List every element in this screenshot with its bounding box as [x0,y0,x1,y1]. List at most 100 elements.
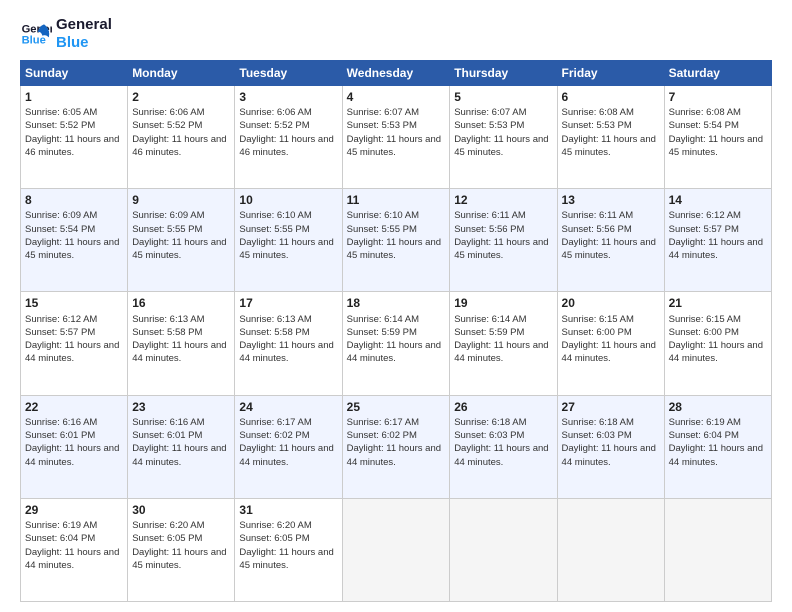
day-number: 16 [132,295,230,311]
day-info: Sunrise: 6:12 AMSunset: 5:57 PMDaylight:… [25,313,123,366]
day-number: 17 [239,295,337,311]
calendar-cell: 7Sunrise: 6:08 AMSunset: 5:54 PMDaylight… [664,86,771,189]
day-number: 2 [132,89,230,105]
calendar-week-2: 8Sunrise: 6:09 AMSunset: 5:54 PMDaylight… [21,189,772,292]
calendar-cell [342,498,450,601]
day-number: 29 [25,502,123,518]
calendar-cell: 19 Sunrise: 6:14 AMSunset: 5:59 PMDayligh… [450,292,557,395]
weekday-header-wednesday: Wednesday [342,61,450,86]
calendar-week-5: 29Sunrise: 6:19 AMSunset: 6:04 PMDayligh… [21,498,772,601]
day-info: Sunrise: 6:15 AMSunset: 6:00 PMDaylight:… [669,313,767,366]
calendar-cell: 21Sunrise: 6:15 AMSunset: 6:00 PMDayligh… [664,292,771,395]
weekday-header-thursday: Thursday [450,61,557,86]
day-info: Sunrise: 6:09 AMSunset: 5:55 PMDaylight:… [132,209,230,262]
day-number: 5 [454,89,552,105]
calendar-cell [450,498,557,601]
calendar-cell: 15 Sunrise: 6:12 AMSunset: 5:57 PMDayligh… [21,292,128,395]
day-number: 9 [132,192,230,208]
svg-text:Blue: Blue [22,35,46,47]
calendar-cell: 16 Sunrise: 6:13 AMSunset: 5:58 PMDayligh… [128,292,235,395]
calendar-cell: 30Sunrise: 6:20 AMSunset: 6:05 PMDayligh… [128,498,235,601]
day-info: Sunrise: 6:17 AMSunset: 6:02 PMDaylight:… [239,416,337,469]
day-info: Sunrise: 6:18 AMSunset: 6:03 PMDaylight:… [454,416,552,469]
weekday-header-saturday: Saturday [664,61,771,86]
day-info: Sunrise: 6:06 AMSunset: 5:52 PMDaylight:… [132,106,230,159]
calendar-cell: 29Sunrise: 6:19 AMSunset: 6:04 PMDayligh… [21,498,128,601]
day-info: Sunrise: 6:08 AMSunset: 5:54 PMDaylight:… [669,106,767,159]
day-info: Sunrise: 6:16 AMSunset: 6:01 PMDaylight:… [25,416,123,469]
day-info: Sunrise: 6:12 AMSunset: 5:57 PMDaylight:… [669,209,767,262]
day-number: 15 [25,295,123,311]
day-number: 30 [132,502,230,518]
day-number: 12 [454,192,552,208]
calendar-week-4: 22Sunrise: 6:16 AMSunset: 6:01 PMDayligh… [21,395,772,498]
calendar-cell: 5Sunrise: 6:07 AMSunset: 5:53 PMDaylight… [450,86,557,189]
calendar-cell: 12Sunrise: 6:11 AMSunset: 5:56 PMDayligh… [450,189,557,292]
day-number: 7 [669,89,767,105]
day-info: Sunrise: 6:15 AMSunset: 6:00 PMDaylight:… [562,313,660,366]
logo: General Blue General Blue [20,16,112,52]
day-info: Sunrise: 6:18 AMSunset: 6:03 PMDaylight:… [562,416,660,469]
day-info: Sunrise: 6:13 AMSunset: 5:58 PMDaylight:… [132,313,230,366]
logo-icon: General Blue [20,18,52,50]
day-number: 10 [239,192,337,208]
day-number: 11 [347,192,446,208]
calendar-cell: 24Sunrise: 6:17 AMSunset: 6:02 PMDayligh… [235,395,342,498]
calendar-week-1: 1Sunrise: 6:05 AMSunset: 5:52 PMDaylight… [21,86,772,189]
day-number: 3 [239,89,337,105]
day-number: 4 [347,89,446,105]
weekday-header-friday: Friday [557,61,664,86]
calendar-cell: 27Sunrise: 6:18 AMSunset: 6:03 PMDayligh… [557,395,664,498]
day-info: Sunrise: 6:10 AMSunset: 5:55 PMDaylight:… [239,209,337,262]
calendar-cell: 28Sunrise: 6:19 AMSunset: 6:04 PMDayligh… [664,395,771,498]
day-info: Sunrise: 6:19 AMSunset: 6:04 PMDaylight:… [669,416,767,469]
weekday-header-row: SundayMondayTuesdayWednesdayThursdayFrid… [21,61,772,86]
calendar-cell: 20 Sunrise: 6:15 AMSunset: 6:00 PMDayligh… [557,292,664,395]
day-number: 22 [25,399,123,415]
calendar-cell: 17 Sunrise: 6:13 AMSunset: 5:58 PMDayligh… [235,292,342,395]
day-number: 23 [132,399,230,415]
day-number: 20 [562,295,660,311]
day-number: 31 [239,502,337,518]
calendar-cell: 25Sunrise: 6:17 AMSunset: 6:02 PMDayligh… [342,395,450,498]
calendar-cell: 10Sunrise: 6:10 AMSunset: 5:55 PMDayligh… [235,189,342,292]
calendar-cell: 4Sunrise: 6:07 AMSunset: 5:53 PMDaylight… [342,86,450,189]
day-number: 18 [347,295,446,311]
calendar-cell: 13Sunrise: 6:11 AMSunset: 5:56 PMDayligh… [557,189,664,292]
day-number: 26 [454,399,552,415]
day-number: 13 [562,192,660,208]
calendar-cell: 2Sunrise: 6:06 AMSunset: 5:52 PMDaylight… [128,86,235,189]
day-number: 6 [562,89,660,105]
calendar-week-3: 15 Sunrise: 6:12 AMSunset: 5:57 PMDayligh… [21,292,772,395]
calendar-cell: 14Sunrise: 6:12 AMSunset: 5:57 PMDayligh… [664,189,771,292]
day-number: 28 [669,399,767,415]
calendar-cell: 8Sunrise: 6:09 AMSunset: 5:54 PMDaylight… [21,189,128,292]
calendar-cell: 18Sunrise: 6:14 AMSunset: 5:59 PMDayligh… [342,292,450,395]
calendar-cell [557,498,664,601]
day-info: Sunrise: 6:07 AMSunset: 5:53 PMDaylight:… [347,106,446,159]
day-number: 19 [454,295,552,311]
day-number: 14 [669,192,767,208]
day-info: Sunrise: 6:17 AMSunset: 6:02 PMDaylight:… [347,416,446,469]
calendar-table: SundayMondayTuesdayWednesdayThursdayFrid… [20,60,772,602]
day-info: Sunrise: 6:13 AMSunset: 5:58 PMDaylight:… [239,313,337,366]
day-info: Sunrise: 6:08 AMSunset: 5:53 PMDaylight:… [562,106,660,159]
logo-text: General Blue [56,16,112,52]
day-number: 27 [562,399,660,415]
day-info: Sunrise: 6:05 AMSunset: 5:52 PMDaylight:… [25,106,123,159]
day-info: Sunrise: 6:16 AMSunset: 6:01 PMDaylight:… [132,416,230,469]
day-info: Sunrise: 6:11 AMSunset: 5:56 PMDaylight:… [454,209,552,262]
day-info: Sunrise: 6:19 AMSunset: 6:04 PMDaylight:… [25,519,123,572]
calendar-cell: 6Sunrise: 6:08 AMSunset: 5:53 PMDaylight… [557,86,664,189]
day-info: Sunrise: 6:06 AMSunset: 5:52 PMDaylight:… [239,106,337,159]
calendar-cell: 31Sunrise: 6:20 AMSunset: 6:05 PMDayligh… [235,498,342,601]
header: General Blue General Blue [20,16,772,52]
weekday-header-monday: Monday [128,61,235,86]
day-info: Sunrise: 6:10 AMSunset: 5:55 PMDaylight:… [347,209,446,262]
day-info: Sunrise: 6:07 AMSunset: 5:53 PMDaylight:… [454,106,552,159]
day-number: 8 [25,192,123,208]
day-info: Sunrise: 6:14 AMSunset: 5:59 PMDaylight:… [454,313,552,366]
calendar-cell: 1Sunrise: 6:05 AMSunset: 5:52 PMDaylight… [21,86,128,189]
day-info: Sunrise: 6:20 AMSunset: 6:05 PMDaylight:… [239,519,337,572]
day-info: Sunrise: 6:11 AMSunset: 5:56 PMDaylight:… [562,209,660,262]
